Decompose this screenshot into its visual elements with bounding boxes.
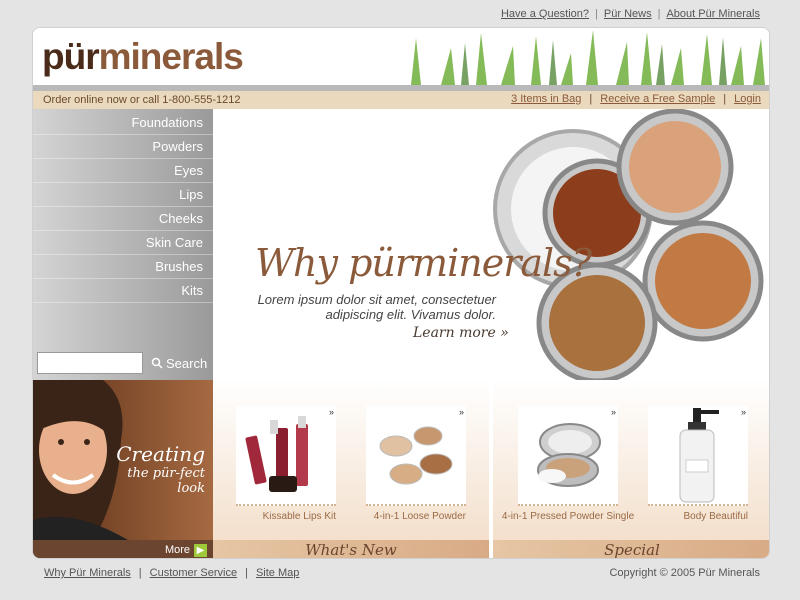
login-link[interactable]: Login [734, 93, 761, 105]
nav-item-lips[interactable]: Lips [33, 183, 213, 207]
nav-item-skin-care[interactable]: Skin Care [33, 231, 213, 255]
search-button[interactable]: Search [151, 356, 207, 371]
product-label: 4-in-1 Pressed Powder Single [501, 511, 635, 522]
learn-more-link[interactable]: Learn more » [413, 325, 509, 341]
product-image: » [236, 406, 336, 506]
bag-link[interactable]: 3 Items in Bag [511, 93, 581, 105]
nav-item-powders[interactable]: Powders [33, 135, 213, 159]
more-link[interactable]: More ▶ [33, 540, 213, 558]
product-label: Kissable Lips Kit [262, 511, 336, 522]
lip-gloss-image [245, 416, 308, 492]
have-a-question-link[interactable]: Have a Question? [501, 8, 589, 20]
promo-line2: the pür-fect [127, 466, 205, 481]
site-frame: pürminerals Order online now or call 1-8… [32, 27, 770, 559]
product-pressed-powder[interactable]: » 4-in-1 Pressed Powder Single [502, 406, 634, 524]
arrow-right-icon: ▶ [194, 543, 207, 557]
account-links: 3 Items in Bag | Receive a Free Sample |… [511, 93, 761, 105]
top-links: Have a Question? | Pür News | About Pür … [501, 8, 760, 20]
separator: | [138, 567, 142, 579]
logo[interactable]: pürminerals [42, 36, 244, 78]
nav-item-cheeks[interactable]: Cheeks [33, 207, 213, 231]
hero-body: Lorem ipsum dolor sit amet, consectetuer… [257, 292, 496, 322]
magnifier-icon [151, 357, 163, 369]
nav-item-brushes[interactable]: Brushes [33, 255, 213, 279]
search-button-label: Search [166, 355, 208, 371]
product-image: » [648, 406, 748, 506]
separator: | [657, 8, 661, 20]
logo-part2: minerals [98, 36, 244, 77]
promo-line3: look [177, 481, 205, 496]
double-arrow-icon: » [610, 407, 616, 417]
separator: | [245, 567, 248, 579]
nav-item-foundations[interactable]: Foundations [33, 111, 213, 135]
more-label: More [164, 544, 190, 556]
loose-powder-image [379, 426, 453, 485]
double-arrow-icon: » [328, 407, 334, 417]
separator: | [595, 8, 598, 20]
promo-line1: Creating [116, 442, 205, 466]
promo-creating[interactable]: Creating the pür-fect look More ▶ [33, 380, 213, 558]
header: pürminerals [33, 28, 769, 85]
pressed-powder-image [537, 423, 601, 487]
logo-part1: pür [42, 36, 100, 77]
why-pur-link[interactable]: Why Pür Minerals [44, 567, 131, 579]
product-body-beautiful[interactable]: » Body Beautiful [648, 406, 748, 524]
special-panel: » 4-in-1 Pressed Powder Single » Body Be… [493, 380, 769, 558]
pur-news-link[interactable]: Pür News [604, 8, 652, 20]
product-label: 4-in-1 Loose Powder [373, 511, 466, 522]
copyright: Copyright © 2005 Pür Minerals [609, 567, 760, 579]
nav-item-kits[interactable]: Kits [33, 279, 213, 303]
hero-title: Why pürminerals? [255, 241, 592, 285]
order-bar: Order online now or call 1-800-555-1212 … [33, 91, 769, 109]
search-input[interactable] [37, 352, 143, 374]
nav-item-eyes[interactable]: Eyes [33, 159, 213, 183]
double-arrow-icon: » [458, 407, 464, 417]
separator: | [589, 93, 593, 105]
order-phone-text: Order online now or call 1-800-555-1212 [43, 94, 241, 106]
site-map-link[interactable]: Site Map [256, 567, 299, 579]
product-loose-powder[interactable]: » 4-in-1 Loose Powder [366, 406, 466, 524]
special-heading: Special [493, 540, 769, 558]
product-label: Body Beautiful [683, 511, 749, 522]
footer-links: Why Pür Minerals | Customer Service | Si… [44, 567, 299, 579]
lotion-bottle-image [679, 408, 719, 503]
double-arrow-icon: » [740, 407, 746, 417]
sidebar-nav: Foundations Powders Eyes Lips Cheeks Ski… [33, 109, 213, 380]
whats-new-heading: What's New [213, 540, 489, 558]
promo-text: Creating the pür-fect look [116, 442, 205, 496]
product-kissable-lips[interactable]: » Kissable Lips Kit [236, 406, 336, 524]
customer-service-link[interactable]: Customer Service [150, 567, 237, 579]
hero-banner: Why pürminerals? Lorem ipsum dolor sit a… [213, 109, 769, 380]
grass-banner-image [381, 28, 769, 85]
whats-new-panel: » Kissable Lips Kit » 4-in-1 Loose Powde… [213, 380, 491, 558]
separator: | [723, 93, 727, 105]
free-sample-link[interactable]: Receive a Free Sample [600, 93, 715, 105]
search-row: Search [37, 352, 207, 374]
about-link[interactable]: About Pür Minerals [666, 8, 760, 20]
product-image: » [366, 406, 466, 506]
product-image: » [518, 406, 618, 506]
